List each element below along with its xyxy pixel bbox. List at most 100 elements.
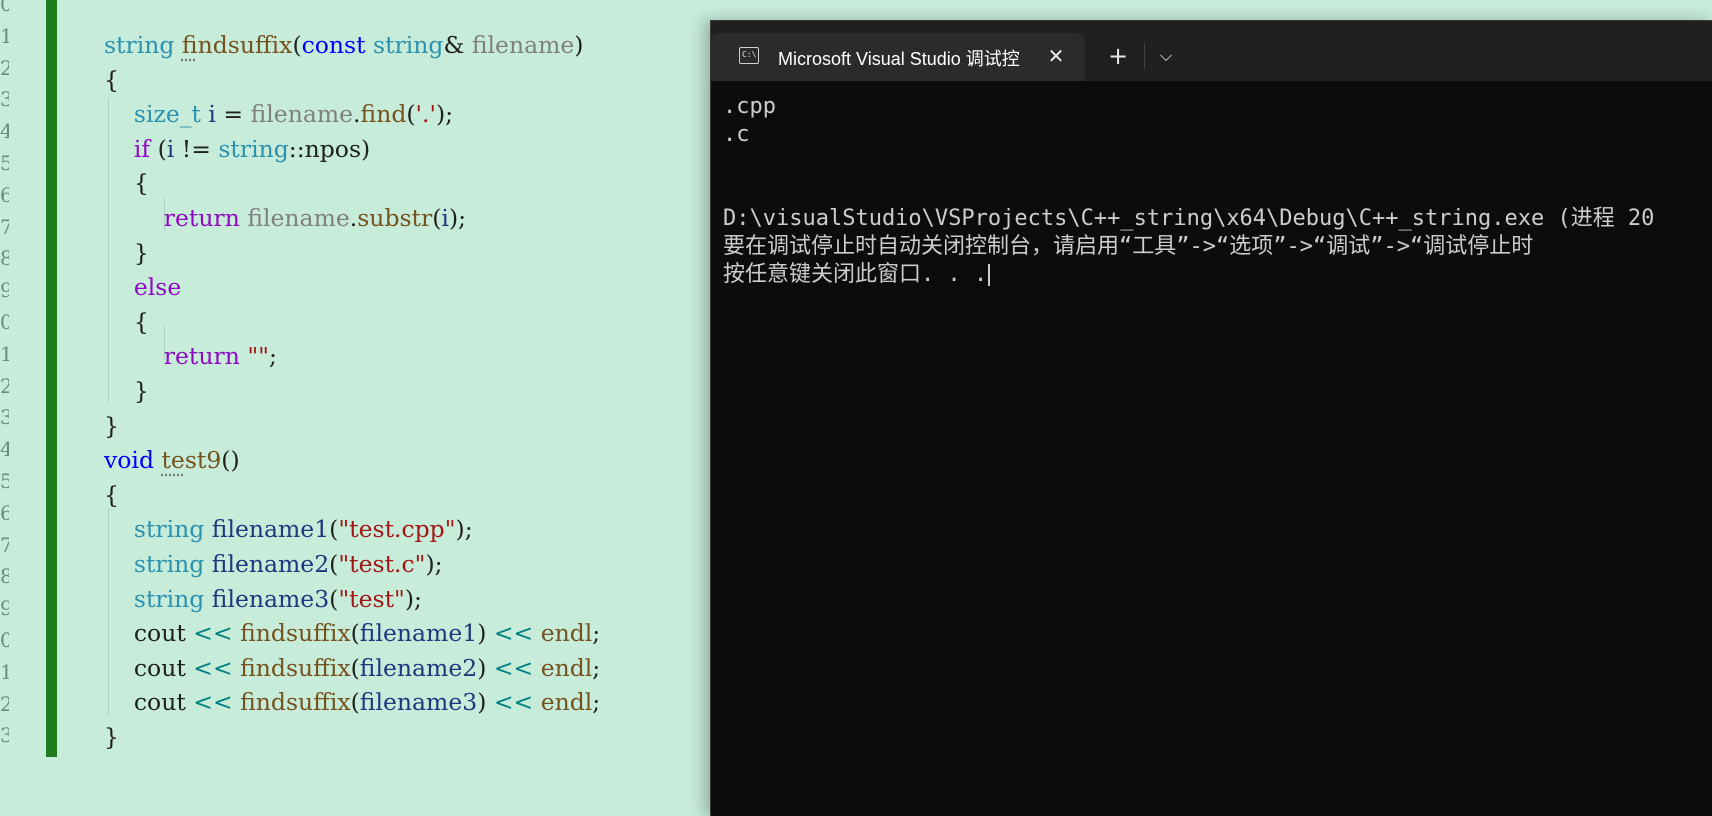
code-line: { [104, 63, 119, 97]
code-token: endl [540, 688, 593, 717]
code-token: ) [574, 31, 584, 59]
line-number: 0 [0, 628, 9, 652]
code-token: ); [455, 515, 473, 544]
line-number: 9 [0, 596, 9, 621]
code-token: ); [448, 204, 467, 232]
code-token: ); [425, 550, 443, 578]
terminal-window[interactable]: C:\ Microsoft Visual Studio 调试控 ✕ + ⌵ .c… [710, 20, 1712, 816]
code-token: string [104, 584, 212, 613]
code-token: filename [471, 31, 575, 59]
code-token: ( [350, 653, 360, 682]
terminal-output-line: 要在调试停止时自动关闭控制台，请启用“工具”->“选项”->“调试”->“调试停… [723, 234, 1534, 259]
line-number: 1 [0, 23, 9, 48]
line-number: 3 [0, 87, 9, 112]
code-token: ( [350, 688, 360, 717]
code-line: { [104, 305, 149, 339]
code-token: filename1 [359, 619, 478, 648]
line-number: 4 [0, 119, 9, 144]
code-token: '.' [415, 100, 436, 129]
code-token: ( [406, 100, 416, 129]
line-number: 8 [0, 564, 9, 589]
line-number: 2 [0, 55, 9, 80]
code-token: } [104, 411, 119, 440]
code-token: ); [435, 100, 454, 129]
code-token: cout [104, 688, 194, 717]
change-indicator-bar [46, 0, 57, 757]
code-token: string [373, 31, 444, 59]
code-token: st9 [184, 446, 222, 475]
code-token: void [104, 446, 162, 475]
code-token: find [360, 100, 407, 129]
code-line: { [104, 166, 149, 200]
code-token: } [104, 723, 119, 751]
code-line: } [104, 236, 149, 270]
code-token: ndsuffix [197, 31, 293, 59]
code-token: string [104, 515, 212, 544]
line-number: 0 [0, 0, 9, 16]
line-number: 1 [0, 341, 9, 366]
code-line: void test9() [104, 443, 240, 477]
code-line: string filename3("test"); [104, 582, 422, 616]
code-line: string filename1("test.cpp"); [104, 512, 473, 546]
line-number: 3 [0, 405, 9, 430]
line-number: 6 [0, 500, 9, 525]
code-token: << [193, 688, 241, 717]
line-number: 3 [0, 723, 9, 748]
line-number: 5 [0, 469, 9, 493]
code-token: cout [104, 653, 194, 682]
code-token: ( [329, 515, 339, 544]
code-token: else [104, 273, 182, 302]
line-number: 7 [0, 214, 9, 239]
code-token: ) [477, 653, 494, 682]
line-number: 4 [0, 437, 9, 462]
code-token: << [493, 688, 541, 717]
code-token: i [441, 204, 449, 232]
new-tab-plus-icon[interactable]: + [1103, 41, 1133, 71]
code-line: } [104, 374, 149, 408]
code-token: i [208, 100, 216, 129]
terminal-output-line: .c [723, 122, 750, 147]
terminal-tab[interactable]: C:\ Microsoft Visual Studio 调试控 ✕ [711, 33, 1085, 81]
code-token: . [353, 100, 361, 129]
code-token: << [493, 653, 541, 682]
code-token: "" [247, 342, 269, 371]
terminal-output-line: 按任意键关闭此窗口. . . [723, 261, 1712, 289]
code-line: cout << findsuffix(filename1) << endl; [104, 616, 600, 650]
code-token: substr [357, 204, 433, 232]
line-number: 8 [0, 246, 9, 271]
code-token: ( [157, 134, 167, 163]
code-token: ::npos) [288, 134, 371, 163]
code-token: filename2 [359, 653, 478, 682]
code-token: } [104, 377, 149, 405]
code-token: ( [329, 550, 339, 578]
code-token: te [161, 446, 185, 475]
code-token: "test.c" [338, 550, 426, 578]
close-tab-icon[interactable]: ✕ [1043, 43, 1069, 69]
tab-title: Microsoft Visual Studio 调试控 [778, 49, 1020, 69]
code-token: ; [592, 653, 601, 682]
code-line: else [104, 270, 181, 304]
line-number: 2 [0, 373, 9, 398]
code-token: string [218, 134, 289, 163]
code-token: filename1 [211, 515, 330, 544]
code-token: << [493, 619, 541, 648]
code-line: string findsuffix(const string& filename… [104, 28, 583, 62]
code-token: } [104, 238, 149, 267]
code-token: filename2 [211, 550, 330, 578]
code-token: ); [404, 584, 422, 613]
text-cursor [988, 264, 991, 286]
code-token: cout [104, 619, 194, 648]
code-token: const [301, 31, 374, 59]
code-token: filename [247, 204, 350, 232]
line-number: 7 [0, 532, 9, 557]
code-token: "test" [338, 584, 405, 613]
code-token: ; [592, 688, 601, 717]
code-token: filename3 [211, 584, 330, 613]
terminal-icon: C:\ [739, 47, 759, 64]
code-line: size_t i = filename.find('.'); [104, 97, 453, 131]
terminal-output[interactable]: .cpp .c D:\visualStudio\VSProjects\C++_str… [723, 93, 1712, 289]
code-line: } [104, 720, 119, 754]
code-token: findsuffix [240, 619, 351, 648]
chevron-down-icon[interactable]: ⌵ [1151, 41, 1181, 71]
